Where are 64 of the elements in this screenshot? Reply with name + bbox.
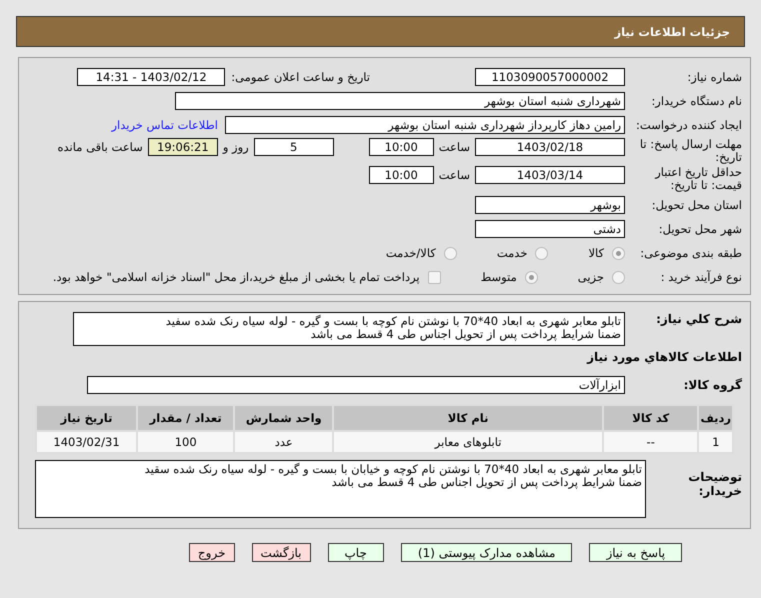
option-label: کالا/خدمت [386, 246, 436, 260]
need-number-field: 1103090057000002 [475, 68, 625, 86]
table-cell: تابلوهای معابر [333, 431, 603, 453]
column-header: واحد شمارش [234, 405, 334, 431]
table-cell: 1 [698, 431, 733, 453]
option-label: کالا [588, 246, 604, 260]
field-label: استان محل تحویل: [650, 198, 742, 212]
column-header: نام کالا [333, 405, 603, 431]
remaining-time-field: 19:06:21 [148, 138, 218, 156]
radio-button[interactable] [612, 246, 625, 260]
action-button[interactable]: چاپ [328, 543, 384, 562]
table-cell: عدد [234, 431, 334, 453]
payment-note: پرداخت تمام یا بخشی از مبلغ خرید،از محل "اسناد خزانه اسلامی" خواهد بود. [52, 270, 420, 284]
field-label: نام دستگاه خریدار: [650, 94, 742, 108]
checkbox[interactable] [428, 270, 441, 284]
radio-button[interactable] [535, 246, 548, 260]
action-button[interactable]: خروج [188, 543, 234, 562]
field-label: طبقه بندی موضوعی: [639, 246, 742, 260]
action-button[interactable]: بازگشت [252, 543, 310, 562]
announce-date-field: 1403/02/12 - 14:31 [77, 68, 226, 86]
time-label: ساعت [438, 167, 470, 184]
column-header: تاریخ نیاز [36, 405, 138, 431]
field-label: ایجاد کننده درخواست: [635, 118, 742, 132]
goods-group-field: ابزارآلات [87, 376, 625, 394]
requester-field: رامین دهاز کارپرداز شهرداری شنبه استان بوشهر [225, 116, 625, 134]
section-heading: اطلاعات کالاهاي مورد نياز [586, 350, 742, 364]
table-cell: -- [602, 431, 698, 453]
field-label: توضیحات خریدار: [687, 470, 742, 498]
field-label: حداقل تاریخ اعتبار قیمت: تا تاریخ: [654, 166, 742, 192]
buyer-org-field: شهرداری شنبه استان بوشهر [175, 92, 625, 110]
city-field: دشتی [475, 220, 625, 238]
time-field: 10:00 [368, 166, 434, 184]
option-label: خدمت [496, 246, 528, 260]
buyer-notes-field: تابلو معابر شهری به ابعاد 40*70 با نوشتن نام کوچه و خیابان با بست و گیره - لوله سیاه رنک شده سقید ضمنا شرایط پرداخت پس از تحویل اجناس طی 4 قسط می باشد [35, 460, 646, 518]
action-button[interactable]: پاسخ به نیاز [589, 543, 682, 562]
option-label: جزیی [578, 270, 604, 284]
radio-button[interactable] [612, 270, 625, 284]
field-label: شماره نیاز: [686, 70, 742, 84]
time-field: 10:00 [368, 138, 434, 156]
column-header: تعداد / مقدار [137, 405, 234, 431]
days-field: 5 [254, 138, 334, 156]
field-label: تاریخ و ساعت اعلان عمومی: [231, 70, 370, 84]
radio-button[interactable] [444, 246, 457, 260]
column-header: ردیف [698, 405, 733, 431]
field-label: مهلت ارسال پاسخ: تا تاریخ: [638, 138, 742, 164]
buyer-contact-link[interactable]: اطلاعات تماس خریدار [111, 118, 218, 132]
action-button[interactable]: مشاهده مدارک پیوستی (1) [400, 543, 572, 562]
days-label: روز و [222, 139, 249, 156]
time-label: ساعت [438, 139, 470, 156]
field-label: شرح کلي نياز: [655, 312, 742, 326]
field-label: نوع فرآیند خرید : [660, 270, 742, 284]
column-header: کد کالا [602, 405, 698, 431]
option-label: متوسط [480, 270, 517, 284]
date-field: 1403/02/18 [475, 138, 625, 156]
remaining-label: ساعت باقی مانده [58, 139, 143, 156]
table-cell: 1403/02/31 [36, 431, 138, 453]
radio-button[interactable] [524, 270, 538, 284]
date-field: 1403/03/14 [475, 166, 625, 184]
field-label: شهر محل تحویل: [658, 222, 742, 236]
description-field: تابلو معابر شهری به ابعاد 40*70 با نوشتن نام کوچه با بست و گیره - لوله سیاه رنک شده سفید ضمنا شرایط پرداخت پس از تحویل اجناس طی 4 قسط می باشد [73, 312, 625, 346]
table-cell: 100 [137, 431, 234, 453]
page-title: جزئیات اطلاعات نیاز [614, 24, 730, 38]
province-field: بوشهر [475, 196, 625, 214]
field-label: گروه کالا: [682, 378, 742, 392]
